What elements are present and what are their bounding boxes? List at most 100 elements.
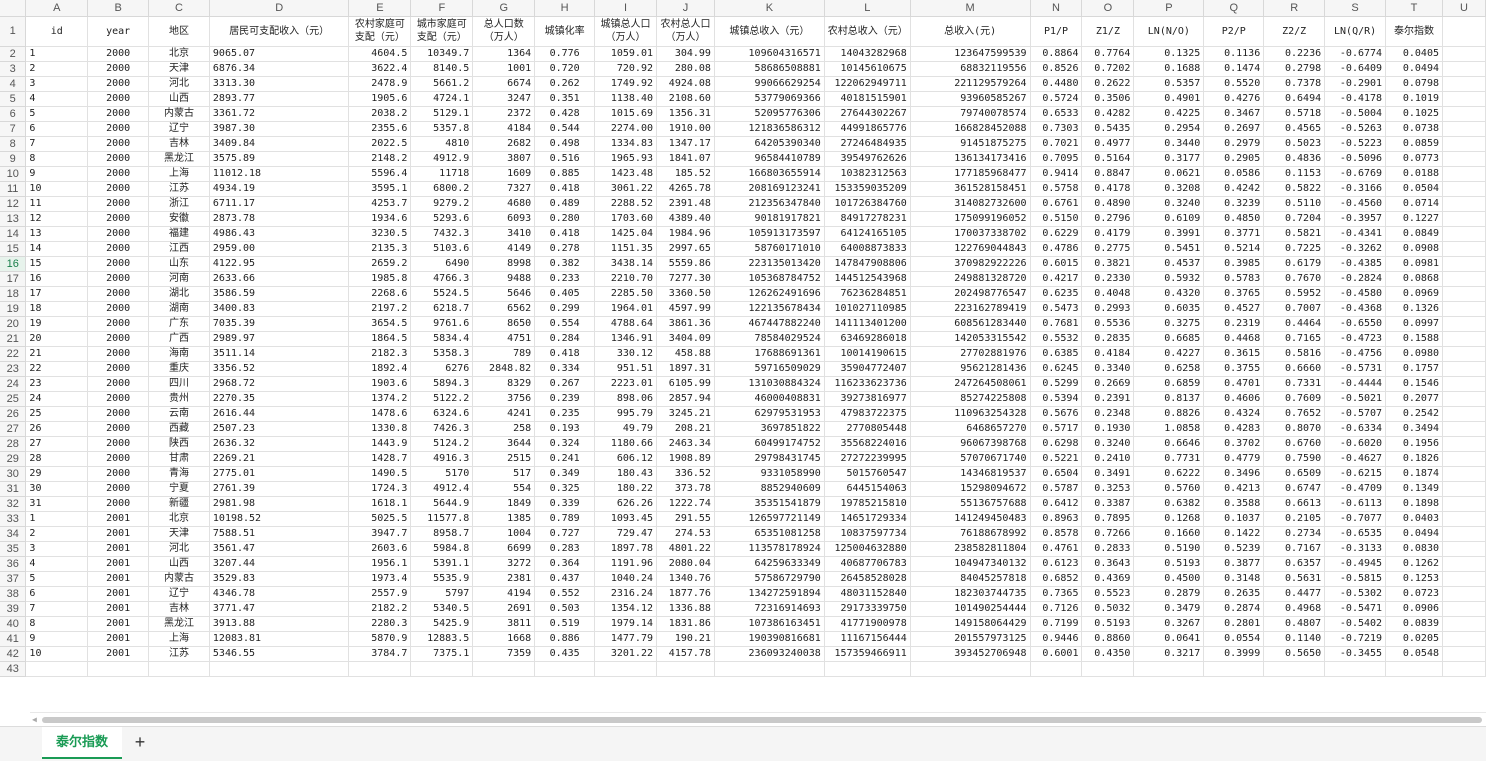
data-cell[interactable]: 0.5150 (1030, 211, 1083, 227)
data-cell[interactable]: 5357.8 (410, 121, 474, 137)
data-cell[interactable]: -0.4723 (1324, 331, 1387, 347)
data-cell[interactable]: 0.0969 (1385, 286, 1443, 302)
row-header[interactable]: 31 (0, 481, 27, 497)
data-cell[interactable]: 5 (25, 106, 89, 122)
data-cell[interactable]: 0.3240 (1081, 436, 1135, 452)
data-cell[interactable]: 2000 (87, 241, 150, 257)
data-cell[interactable]: 0.8826 (1133, 406, 1205, 422)
data-cell[interactable]: 3207.44 (209, 556, 350, 572)
data-cell[interactable]: 121836586312 (714, 121, 825, 137)
data-cell[interactable]: 1984.96 (656, 226, 715, 242)
data-cell[interactable]: 105368784752 (714, 271, 825, 287)
data-cell[interactable]: 6490 (410, 256, 474, 272)
data-cell[interactable]: 136134173416 (910, 151, 1031, 167)
empty-cell[interactable] (594, 661, 657, 677)
data-cell[interactable]: 0.6235 (1030, 286, 1083, 302)
data-cell[interactable]: 1425.04 (594, 226, 657, 242)
data-cell[interactable]: 2000 (87, 421, 150, 437)
data-cell[interactable]: 0.3387 (1081, 496, 1135, 512)
data-cell[interactable]: 0.7590 (1263, 451, 1326, 467)
data-cell[interactable]: 0.5473 (1030, 301, 1083, 317)
data-cell[interactable]: 2989.97 (209, 331, 350, 347)
data-cell[interactable]: 201557973125 (910, 631, 1031, 647)
data-cell[interactable]: 0.6613 (1263, 496, 1326, 512)
data-cell[interactable]: 2000 (87, 316, 150, 332)
data-cell[interactable]: 0.5110 (1263, 196, 1326, 212)
data-cell[interactable]: 84917278231 (824, 211, 911, 227)
data-cell[interactable]: 0.1253 (1385, 571, 1443, 587)
data-cell[interactable]: 11577.8 (410, 511, 474, 527)
data-cell[interactable]: -0.4756 (1324, 346, 1387, 362)
data-cell[interactable]: 0.5299 (1030, 376, 1083, 392)
data-cell[interactable]: 5293.6 (410, 211, 474, 227)
data-cell[interactable]: 0.5650 (1263, 646, 1326, 662)
data-cell[interactable]: 44991865776 (824, 121, 911, 137)
data-cell[interactable]: 64205390340 (714, 136, 825, 152)
data-cell[interactable]: 35351541879 (714, 496, 825, 512)
data-cell[interactable]: 5124.2 (410, 436, 474, 452)
data-cell[interactable]: 0.552 (534, 586, 596, 602)
row-header[interactable]: 2 (0, 46, 27, 62)
data-cell[interactable]: 0.5631 (1263, 571, 1326, 587)
data-cell[interactable]: 0.0997 (1385, 316, 1443, 332)
header-cell[interactable]: year (87, 16, 150, 47)
data-cell[interactable]: 1841.07 (656, 151, 715, 167)
data-cell[interactable]: 0.2905 (1203, 151, 1265, 167)
data-cell[interactable]: 海南 (148, 346, 210, 362)
data-cell[interactable]: 1724.3 (348, 481, 412, 497)
data-cell[interactable]: 0.0981 (1385, 256, 1443, 272)
data-cell[interactable]: 2682 (472, 136, 536, 152)
row-header[interactable]: 9 (0, 151, 27, 167)
data-cell[interactable]: 720.92 (594, 61, 657, 77)
data-cell[interactable]: -0.5004 (1324, 106, 1387, 122)
data-cell[interactable]: 0.3148 (1203, 571, 1265, 587)
data-cell[interactable]: 江西 (148, 241, 210, 257)
data-cell[interactable]: 0.0830 (1385, 541, 1443, 557)
data-cell[interactable]: 4346.78 (209, 586, 350, 602)
data-cell[interactable]: 280.08 (656, 61, 715, 77)
data-cell[interactable]: 64259633349 (714, 556, 825, 572)
data-cell[interactable]: 重庆 (148, 361, 210, 377)
data-cell[interactable]: 1609 (472, 166, 536, 182)
data-cell[interactable]: 0.4786 (1030, 241, 1083, 257)
data-cell[interactable]: 0.6109 (1133, 211, 1205, 227)
empty-cell[interactable] (1442, 196, 1486, 212)
data-cell[interactable]: 0.3177 (1133, 151, 1205, 167)
data-cell[interactable]: 吉林 (148, 601, 210, 617)
data-cell[interactable]: 1151.35 (594, 241, 657, 257)
row-header[interactable]: 29 (0, 451, 27, 467)
data-cell[interactable]: 0.5952 (1263, 286, 1326, 302)
data-cell[interactable]: 0.6385 (1030, 346, 1083, 362)
data-cell[interactable]: 0.3240 (1133, 196, 1205, 212)
data-cell[interactable]: 6093 (472, 211, 536, 227)
data-cell[interactable]: 4724.1 (410, 91, 474, 107)
data-cell[interactable]: 0.2077 (1385, 391, 1443, 407)
data-cell[interactable]: 2000 (87, 361, 150, 377)
empty-cell[interactable] (1442, 391, 1486, 407)
data-cell[interactable]: 1964.01 (594, 301, 657, 317)
data-cell[interactable]: 1 (25, 46, 89, 62)
data-cell[interactable]: 4916.3 (410, 451, 474, 467)
header-cell[interactable]: 农村总人口（万人） (656, 16, 715, 47)
data-cell[interactable]: 2000 (87, 151, 150, 167)
data-cell[interactable]: 3529.83 (209, 571, 350, 587)
data-cell[interactable]: 0.239 (534, 391, 596, 407)
data-cell[interactable]: 10 (25, 181, 89, 197)
data-cell[interactable]: 福建 (148, 226, 210, 242)
data-cell[interactable]: 1985.8 (348, 271, 412, 287)
data-cell[interactable]: -0.6334 (1324, 421, 1387, 437)
data-cell[interactable]: 0.3755 (1203, 361, 1265, 377)
column-header-T[interactable]: T (1385, 0, 1443, 17)
scrollbar-thumb[interactable] (42, 717, 1482, 723)
data-cell[interactable]: 5661.2 (410, 76, 474, 92)
data-cell[interactable]: 0.2348 (1081, 406, 1135, 422)
empty-cell[interactable] (1442, 631, 1486, 647)
data-cell[interactable]: 0.3496 (1203, 466, 1265, 482)
data-cell[interactable]: 0.3506 (1081, 91, 1135, 107)
data-cell[interactable]: 2000 (87, 271, 150, 287)
data-cell[interactable]: 314082732600 (910, 196, 1031, 212)
data-cell[interactable]: 0.3340 (1081, 361, 1135, 377)
data-cell[interactable]: 3409.84 (209, 136, 350, 152)
data-cell[interactable]: 甘肃 (148, 451, 210, 467)
data-cell[interactable]: 0.4350 (1081, 646, 1135, 662)
